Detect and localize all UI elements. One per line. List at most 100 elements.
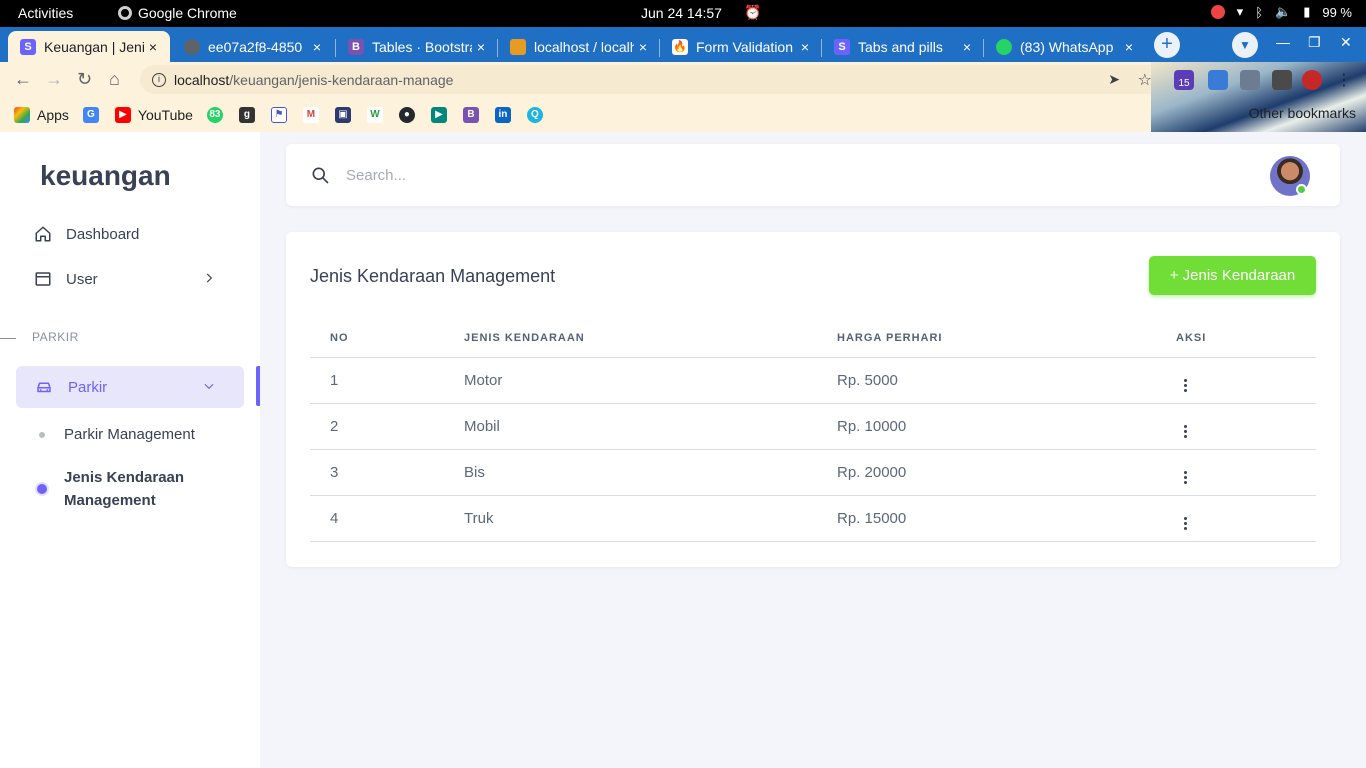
tab-search-button[interactable]: ▼ bbox=[1232, 32, 1258, 58]
reading-list-icon[interactable] bbox=[1272, 70, 1292, 90]
close-icon[interactable]: × bbox=[958, 39, 976, 55]
sidebar-subitem-parkir-management[interactable]: Parkir Management bbox=[64, 423, 195, 446]
section-divider bbox=[0, 338, 16, 339]
bookmark-star-icon[interactable]: ☆ bbox=[1138, 70, 1152, 90]
tab-tabs-pills[interactable]: S Tabs and pills × bbox=[822, 31, 984, 62]
close-window-icon[interactable]: ✕ bbox=[1340, 34, 1352, 51]
site-info-icon[interactable]: i bbox=[152, 72, 166, 87]
flag-icon[interactable]: ⚑ bbox=[270, 106, 287, 123]
app-name: Google Chrome bbox=[138, 5, 237, 21]
apps-grid-icon bbox=[14, 106, 30, 123]
app-menu[interactable]: Google Chrome bbox=[118, 5, 237, 21]
forward-icon[interactable]: → bbox=[45, 69, 63, 90]
tab-tables-bootstrap[interactable]: B Tables · Bootstrap × bbox=[336, 31, 498, 62]
cell-no: 2 bbox=[310, 403, 464, 450]
cell-jenis: Truk bbox=[464, 495, 837, 542]
activities-button[interactable]: Activities bbox=[18, 5, 73, 21]
restore-icon[interactable]: ❐ bbox=[1308, 34, 1321, 51]
sidebar-subitem-jenis-kendaraan[interactable]: Jenis Kendaraan Management bbox=[64, 466, 224, 512]
sidebar-item-label: Parkir bbox=[68, 378, 108, 396]
brand-logo[interactable]: keuangan bbox=[40, 160, 171, 192]
active-bullet-icon bbox=[37, 484, 47, 494]
minimize-icon[interactable]: — bbox=[1276, 34, 1290, 50]
more-vertical-icon[interactable] bbox=[1184, 470, 1187, 484]
reload-icon[interactable]: ↻ bbox=[77, 69, 92, 90]
extensions-puzzle-icon[interactable] bbox=[1240, 70, 1260, 90]
extension-icon[interactable] bbox=[1208, 70, 1228, 90]
close-icon[interactable]: × bbox=[308, 39, 326, 55]
g-icon[interactable]: g bbox=[238, 106, 255, 123]
send-icon[interactable]: ➤ bbox=[1108, 71, 1120, 88]
cell-harga: Rp. 5000 bbox=[837, 357, 1176, 404]
tab-keuangan[interactable]: S Keuangan | Jenis × bbox=[8, 31, 170, 62]
system-tray[interactable]: ▾ ᛒ 🔈 ▮ 99 % bbox=[1210, 4, 1352, 20]
table-row: 3 Bis Rp. 20000 bbox=[310, 449, 1316, 496]
bookmark-youtube[interactable]: ▶ YouTube bbox=[114, 106, 193, 123]
close-icon[interactable]: × bbox=[796, 39, 814, 55]
close-icon[interactable]: × bbox=[634, 39, 652, 55]
more-vertical-icon[interactable] bbox=[1184, 424, 1187, 438]
gmail-icon[interactable]: M bbox=[302, 106, 319, 123]
notification-app-icon bbox=[1210, 5, 1225, 19]
home-icon[interactable]: ⌂ bbox=[109, 69, 120, 90]
youtube-icon: ▶ bbox=[114, 106, 131, 123]
stripe-favicon-icon: S bbox=[834, 38, 850, 55]
train-icon[interactable]: ▣ bbox=[334, 106, 351, 123]
column-header-no: NO bbox=[310, 320, 464, 358]
linkedin-icon[interactable]: in bbox=[494, 106, 511, 123]
cell-harga: Rp. 10000 bbox=[837, 403, 1176, 450]
battery-percent: 99 % bbox=[1322, 4, 1352, 20]
more-vertical-icon[interactable] bbox=[1184, 378, 1187, 392]
bootstrap-icon: B bbox=[348, 38, 364, 55]
sidebar-item-parkir[interactable]: Parkir bbox=[16, 366, 244, 408]
column-header-jenis: JENIS KENDARAAN bbox=[464, 320, 837, 358]
github-icon[interactable]: ● bbox=[398, 106, 415, 123]
sidebar-item-dashboard[interactable]: Dashboard bbox=[16, 213, 244, 255]
cell-aksi bbox=[1176, 403, 1316, 450]
url-host: localhost bbox=[174, 71, 230, 88]
search-input[interactable] bbox=[346, 162, 646, 188]
column-header-aksi: AKSI bbox=[1176, 320, 1316, 358]
cell-aksi bbox=[1176, 495, 1316, 542]
close-icon[interactable]: × bbox=[472, 39, 490, 55]
cell-harga: Rp. 15000 bbox=[837, 495, 1176, 542]
sidebar-item-user[interactable]: User bbox=[16, 258, 244, 300]
back-icon[interactable]: ← bbox=[14, 69, 32, 90]
bluetooth-icon: ᛒ bbox=[1255, 4, 1264, 20]
extension-badge-icon[interactable]: 15 bbox=[1174, 70, 1194, 90]
tab-whatsapp[interactable]: (83) WhatsApp × bbox=[984, 31, 1146, 62]
add-jenis-kendaraan-button[interactable]: + Jenis Kendaraan bbox=[1149, 256, 1316, 295]
tab-form-validation[interactable]: 🔥 Form Validation × bbox=[660, 31, 822, 62]
tab-localhost-pma[interactable]: localhost / localhost × bbox=[498, 31, 660, 62]
chevron-down-icon bbox=[204, 383, 214, 390]
sidebar: keuangan Dashboard User PARKIR Parkir Pa… bbox=[0, 132, 260, 768]
w-icon[interactable]: W bbox=[366, 106, 383, 123]
close-icon[interactable]: × bbox=[144, 39, 162, 55]
sidebar-item-label: Dashboard bbox=[66, 225, 140, 243]
tab-title: Tabs and pills bbox=[858, 38, 943, 55]
tab-title: localhost / localhost bbox=[534, 38, 634, 55]
other-bookmarks[interactable]: Other bookmarks bbox=[1249, 105, 1356, 121]
translate-icon[interactable]: G bbox=[82, 106, 99, 123]
chrome-menu-icon[interactable]: ⋮ bbox=[1334, 70, 1354, 90]
phpmyadmin-icon bbox=[510, 38, 526, 55]
whatsapp-icon[interactable]: 83 bbox=[206, 106, 223, 123]
tab-title: Keuangan | Jenis bbox=[44, 38, 144, 55]
tab-title: Form Validation bbox=[696, 38, 794, 55]
search-bubble-icon[interactable]: Q bbox=[526, 106, 543, 123]
profile-avatar-icon[interactable] bbox=[1302, 70, 1322, 90]
column-header-harga: HARGA PERHARI bbox=[837, 320, 1176, 358]
clock[interactable]: Jun 24 14:57 bbox=[641, 5, 722, 21]
address-bar[interactable]: i localhost/keuangan/jenis-kendaraan-man… bbox=[140, 65, 1164, 94]
tab-ee07a2f8[interactable]: ee07a2f8-4850 × bbox=[172, 31, 334, 62]
new-tab-button[interactable]: + bbox=[1154, 32, 1180, 58]
volume-icon: 🔈 bbox=[1275, 4, 1292, 19]
more-vertical-icon[interactable] bbox=[1184, 516, 1187, 530]
cell-harga: Rp. 20000 bbox=[837, 449, 1176, 496]
bookmark-apps[interactable]: Apps bbox=[14, 106, 69, 123]
cell-no: 1 bbox=[310, 357, 464, 404]
bootstrap-icon[interactable]: B bbox=[462, 106, 479, 123]
close-icon[interactable]: × bbox=[1120, 39, 1138, 55]
car-icon bbox=[37, 382, 51, 393]
meet-icon[interactable]: ▶ bbox=[430, 106, 447, 123]
